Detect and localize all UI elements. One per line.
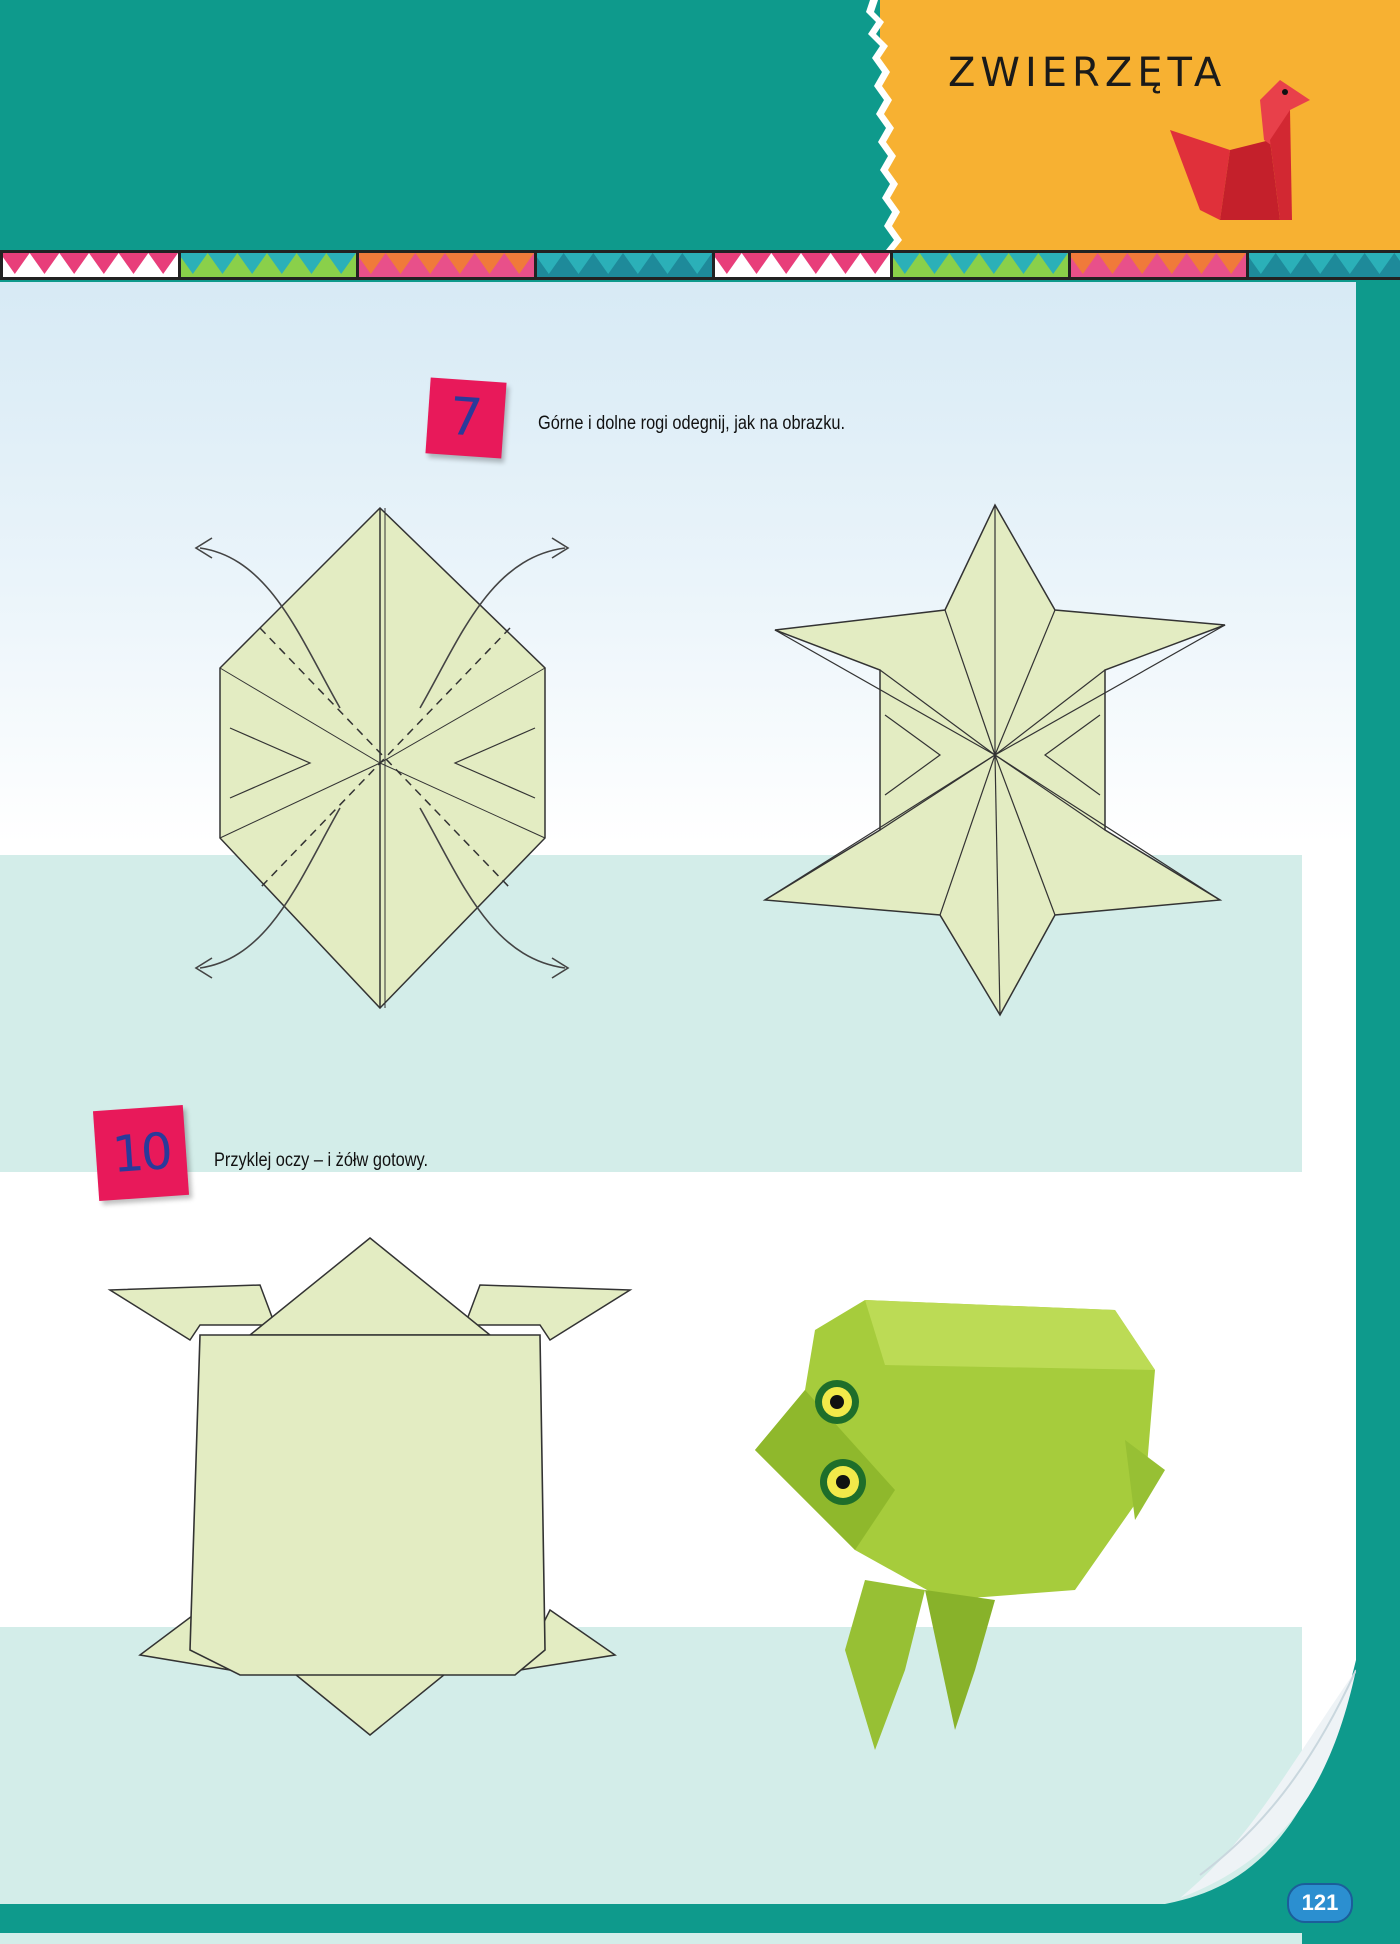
page-curl: [1160, 1660, 1356, 1905]
step-number-badge: 7: [425, 377, 507, 459]
turtle-diagram-icon: [107, 1237, 633, 1736]
step-instruction: Przyklej oczy – i żółw gotowy.: [214, 1150, 429, 1171]
fold-diagram-before-icon: [194, 506, 570, 1010]
step-instruction: Górne i dolne rogi odegnij, jak na obraz…: [538, 413, 846, 434]
origami-bird-icon: [1170, 80, 1310, 220]
section-tab: [880, 0, 1400, 250]
torn-paper-edge: [860, 0, 902, 250]
step-number-badge: 10: [92, 1104, 190, 1202]
decorative-pattern-strip: [0, 250, 1400, 280]
page-number: 121: [1287, 1883, 1353, 1923]
fold-diagram-after-icon: [762, 503, 1226, 1017]
footer-bar: [0, 1904, 1400, 1933]
